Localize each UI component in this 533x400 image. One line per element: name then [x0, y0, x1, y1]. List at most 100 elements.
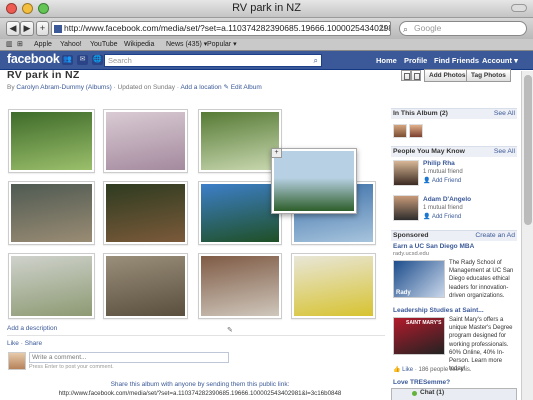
pencil-icon[interactable]: ✎ — [227, 326, 233, 334]
share-link[interactable]: Share — [25, 340, 42, 347]
comment-hint: Press Enter to post your comment. — [29, 364, 114, 370]
bookmark-apple[interactable]: Apple — [34, 39, 52, 50]
nav-account[interactable]: Account ▾ — [482, 56, 518, 65]
bookmark-news[interactable]: News (435) ▾ — [166, 39, 207, 50]
ad-like-count: · 186 people like this. — [414, 367, 472, 373]
photo-image — [106, 256, 185, 316]
album-title: RV park in NZ — [7, 69, 80, 81]
mutual-friends[interactable]: 1 mutual friend — [423, 205, 463, 211]
photo-image — [106, 184, 185, 242]
bookmark-youtube[interactable]: YouTube — [90, 39, 118, 50]
toolbar-toggle-button[interactable] — [511, 4, 527, 12]
avatar[interactable] — [393, 160, 419, 186]
grid-view-button[interactable] — [401, 70, 411, 81]
ad-title[interactable]: Love TRESemme? — [393, 379, 450, 386]
share-album-text: Share this album with anyone by sending … — [110, 381, 290, 388]
person-name[interactable]: Philip Rha — [423, 160, 455, 167]
album-photo[interactable] — [103, 181, 188, 245]
photo-image — [106, 112, 185, 170]
refresh-icon[interactable]: ↻ — [379, 22, 387, 35]
add-bookmark-button[interactable]: + — [36, 21, 49, 36]
facebook-header: facebook 👥 ✉ 🌐 Search ⌕ Home Profile Fin… — [0, 51, 533, 70]
google-search-field[interactable]: ⌕ Google — [399, 21, 527, 36]
add-location-link[interactable]: Add a location — [180, 84, 221, 91]
ad-title[interactable]: Earn a UC San Diego MBA — [393, 243, 474, 250]
bookmarks-bar: ▥ ⊞ Apple Yahoo! YouTube Wikipedia News … — [0, 39, 533, 51]
online-status-icon — [412, 391, 417, 396]
photo-image — [201, 112, 279, 170]
mutual-friends[interactable]: 1 mutual friend — [423, 169, 463, 175]
facebook-search-placeholder: Search — [108, 56, 132, 65]
photo-image — [201, 184, 279, 242]
facebook-favicon-icon — [54, 25, 62, 33]
ad-image-label: SAINT MARY'S — [406, 320, 442, 326]
dragged-photo-image — [274, 151, 354, 211]
messages-icon[interactable]: ✉ — [77, 55, 88, 65]
edit-album-link[interactable]: ✎ Edit Album — [223, 84, 261, 91]
friend-requests-icon[interactable]: 👥 — [62, 55, 73, 65]
chat-label[interactable]: Chat (1) — [420, 389, 444, 396]
header-notification-icons: 👥 ✉ 🌐 — [62, 55, 103, 65]
ad-url[interactable]: rady.ucsd.edu — [393, 251, 429, 257]
add-description-link[interactable]: Add a description — [7, 325, 57, 332]
album-photo[interactable] — [198, 181, 282, 245]
back-button[interactable]: ◀ — [6, 21, 20, 36]
add-photos-button[interactable]: Add Photos — [424, 69, 471, 82]
ad-like-link[interactable]: Like — [402, 367, 413, 373]
album-photo[interactable] — [291, 253, 376, 319]
album-photo[interactable] — [198, 109, 282, 173]
album-photo[interactable] — [103, 253, 188, 319]
add-friend-link[interactable]: 👤 Add Friend — [423, 177, 461, 184]
album-owner-link[interactable]: Carolyn Abram-Dummy (Albums) — [16, 84, 111, 91]
album-photo[interactable] — [103, 109, 188, 173]
in-this-album-see-all[interactable]: See All — [494, 109, 515, 119]
like-link[interactable]: Like — [7, 340, 19, 347]
ad-image[interactable]: Rady — [393, 260, 445, 298]
top-sites-grid-icon[interactable]: ⊞ — [17, 39, 23, 50]
comment-input[interactable]: Write a comment... — [29, 352, 229, 363]
facebook-logo[interactable]: facebook — [7, 52, 60, 66]
create-ad-link[interactable]: Create an Ad — [475, 231, 515, 241]
bookmark-yahoo[interactable]: Yahoo! — [60, 39, 82, 50]
nav-profile[interactable]: Profile — [404, 56, 427, 65]
ad-image[interactable]: SAINT MARY'S — [393, 317, 445, 355]
album-photo[interactable] — [8, 253, 95, 319]
bookmark-popular[interactable]: Popular ▾ — [207, 39, 237, 50]
page-scrollbar[interactable] — [521, 71, 533, 400]
tag-photos-button[interactable]: Tag Photos — [466, 69, 511, 82]
browser-window: RV park in NZ ◀ ▶ + http://www.facebook.… — [0, 0, 533, 400]
drag-move-icon[interactable]: + — [271, 148, 282, 158]
sponsored-title: Sponsored — [393, 232, 429, 239]
avatar — [8, 352, 26, 370]
ad-title[interactable]: Leadership Studies at Saint... — [393, 307, 484, 314]
search-icon[interactable]: ⌕ — [314, 55, 318, 66]
ad-like-line: 👍 Like · 186 people like this. — [393, 366, 472, 373]
notifications-icon[interactable]: 🌐 — [92, 55, 103, 65]
share-album-url[interactable]: http://www.facebook.com/media/set/?set=a… — [0, 390, 400, 397]
address-bar[interactable]: http://www.facebook.com/media/set/?set=a… — [51, 21, 391, 36]
list-view-button[interactable] — [411, 70, 421, 81]
album-photo[interactable] — [8, 109, 95, 173]
pymk-see-all[interactable]: See All — [494, 147, 515, 157]
nav-find-friends[interactable]: Find Friends — [434, 56, 479, 65]
ad-text: The Rady School of Management at UC San … — [449, 260, 514, 299]
nav-home[interactable]: Home — [376, 56, 397, 65]
bookmarks-book-icon[interactable]: ▥ — [6, 39, 13, 50]
photo-image — [11, 256, 92, 316]
add-friend-link[interactable]: 👤 Add Friend — [423, 213, 461, 220]
avatar[interactable] — [409, 124, 423, 138]
scrollbar-thumb[interactable] — [524, 75, 532, 225]
bookmark-wikipedia[interactable]: Wikipedia — [124, 39, 154, 50]
chat-bar[interactable] — [391, 388, 517, 400]
avatar[interactable] — [393, 124, 407, 138]
like-share-row: Like · Share — [7, 340, 42, 347]
person-name[interactable]: Adam D'Angelo — [423, 196, 471, 203]
dragged-photo[interactable] — [271, 148, 357, 214]
forward-button[interactable]: ▶ — [20, 21, 34, 36]
add-friend-label: Add Friend — [431, 214, 462, 220]
album-photo[interactable] — [198, 253, 282, 319]
album-photo[interactable] — [8, 181, 95, 245]
thumbs-up-icon: 👍 — [393, 367, 403, 373]
facebook-search-input[interactable]: Search ⌕ — [104, 54, 322, 67]
avatar[interactable] — [393, 195, 419, 221]
